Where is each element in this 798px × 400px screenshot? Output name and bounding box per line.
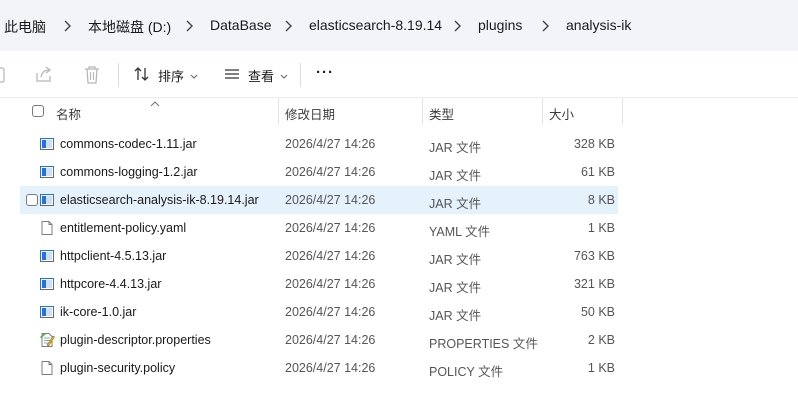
- chevron-right-icon[interactable]: [540, 19, 552, 33]
- file-type: JAR 文件: [429, 309, 482, 323]
- file-modified: 2026/4/27 14:26: [285, 333, 376, 347]
- file-modified: 2026/4/27 14:26: [285, 193, 376, 207]
- sort-up-arrow-icon: [150, 95, 160, 110]
- column-divider[interactable]: [422, 98, 423, 125]
- file-modified: 2026/4/27 14:26: [285, 277, 376, 291]
- file-modified: 2026/4/27 14:26: [285, 361, 376, 375]
- breadcrumb-local-disk[interactable]: 本地磁盘 (D:): [88, 17, 171, 37]
- column-divider[interactable]: [622, 98, 623, 125]
- chevron-down-icon: [190, 68, 198, 83]
- file-modified: 2026/4/27 14:26: [285, 221, 376, 235]
- chevron-right-icon[interactable]: [283, 19, 295, 33]
- toolbar-divider: [118, 63, 119, 87]
- chevron-right-icon[interactable]: [184, 19, 196, 33]
- blank-file-icon: [39, 220, 55, 236]
- file-type: JAR 文件: [429, 281, 482, 295]
- breadcrumb-this-pc[interactable]: 此电脑: [4, 17, 46, 37]
- column-header-row: 名称 修改日期 类型 大小: [0, 98, 798, 125]
- file-size: 1 KB: [587, 361, 615, 375]
- more-icon: ···: [316, 63, 334, 81]
- column-header-name[interactable]: 名称: [56, 104, 81, 123]
- file-row[interactable]: plugin-security.policy 2026/4/27 14:26 POL…: [20, 354, 618, 382]
- column-header-type[interactable]: 类型: [429, 104, 454, 123]
- jar-file-icon: [39, 164, 55, 180]
- file-row[interactable]: elasticsearch-analysis-ik-8.19.14.jar 202…: [20, 186, 618, 214]
- breadcrumb-analysis-ik[interactable]: analysis-ik: [566, 17, 631, 33]
- share-icon[interactable]: [35, 65, 53, 88]
- file-size: 321 KB: [573, 277, 615, 291]
- sort-icon: [134, 66, 150, 85]
- file-type: YAML 文件: [429, 225, 491, 239]
- file-size: 1 KB: [587, 221, 615, 235]
- file-name: elasticsearch-analysis-ik-8.19.14.jar: [60, 193, 259, 207]
- column-divider[interactable]: [278, 98, 279, 125]
- command-bar: 排序 查看 ···: [0, 51, 798, 98]
- file-name: ik-core-1.0.jar: [60, 305, 137, 319]
- chevron-right-icon[interactable]: [452, 19, 464, 33]
- file-modified: 2026/4/27 14:26: [285, 305, 376, 319]
- breadcrumb-database[interactable]: DataBase: [210, 17, 271, 33]
- column-divider[interactable]: [542, 98, 543, 125]
- file-row[interactable]: commons-logging-1.2.jar 2026/4/27 14:26 JA…: [20, 158, 618, 186]
- file-size: 8 KB: [587, 193, 615, 207]
- file-modified: 2026/4/27 14:26: [285, 165, 376, 179]
- chevron-down-icon: [280, 68, 288, 83]
- file-name: plugin-security.policy: [60, 361, 176, 375]
- rename-icon[interactable]: [0, 65, 6, 88]
- delete-icon[interactable]: [83, 65, 101, 88]
- file-row[interactable]: httpcore-4.4.13.jar 2026/4/27 14:26 JAR 文件…: [20, 270, 618, 298]
- file-type: JAR 文件: [429, 253, 482, 267]
- jar-file-icon: [39, 192, 55, 208]
- blank-file-icon: [39, 360, 55, 376]
- file-size: 328 KB: [573, 137, 615, 151]
- sort-button[interactable]: 排序: [134, 65, 198, 85]
- column-header-modified[interactable]: 修改日期: [285, 104, 335, 123]
- file-type: POLICY 文件: [429, 365, 504, 379]
- file-type: JAR 文件: [429, 141, 482, 155]
- row-checkbox[interactable]: [26, 194, 38, 206]
- jar-file-icon: [39, 276, 55, 292]
- view-label: 查看: [248, 68, 275, 84]
- file-row[interactable]: entitlement-policy.yaml 2026/4/27 14:26 YA…: [20, 214, 618, 242]
- more-options-button[interactable]: ···: [316, 62, 334, 82]
- file-name: httpclient-4.5.13.jar: [60, 249, 167, 263]
- file-name: entitlement-policy.yaml: [60, 221, 187, 235]
- file-size: 2 KB: [587, 333, 615, 347]
- view-button[interactable]: 查看: [224, 65, 288, 85]
- file-name: httpcore-4.4.13.jar: [60, 277, 162, 291]
- address-bar: 此电脑 本地磁盘 (D:) DataBase elasticsearch-8.1…: [0, 0, 798, 51]
- file-type: JAR 文件: [429, 197, 482, 211]
- select-all-checkbox[interactable]: [32, 105, 44, 117]
- file-size: 763 KB: [573, 249, 615, 263]
- file-size: 50 KB: [580, 305, 615, 319]
- toolbar-divider: [300, 63, 301, 87]
- sort-label: 排序: [158, 68, 185, 84]
- file-row[interactable]: plugin-descriptor.properties 2026/4/27 14…: [20, 326, 618, 354]
- properties-file-icon: [39, 332, 55, 348]
- file-name: plugin-descriptor.properties: [60, 333, 211, 347]
- file-size: 61 KB: [580, 165, 615, 179]
- file-row[interactable]: commons-codec-1.11.jar 2026/4/27 14:26 JAR…: [20, 130, 618, 158]
- jar-file-icon: [39, 248, 55, 264]
- file-type: PROPERTIES 文件: [429, 337, 538, 351]
- jar-file-icon: [39, 304, 55, 320]
- chevron-right-icon[interactable]: [62, 19, 74, 33]
- file-row[interactable]: httpclient-4.5.13.jar 2026/4/27 14:26 JAR …: [20, 242, 618, 270]
- view-list-icon: [224, 66, 240, 85]
- breadcrumb-plugins[interactable]: plugins: [478, 17, 522, 33]
- column-header-size[interactable]: 大小: [549, 104, 574, 123]
- file-modified: 2026/4/27 14:26: [285, 249, 376, 263]
- breadcrumb-elasticsearch[interactable]: elasticsearch-8.19.14: [309, 17, 442, 33]
- jar-file-icon: [39, 136, 55, 152]
- file-row[interactable]: ik-core-1.0.jar 2026/4/27 14:26 JAR 文件 50 K…: [20, 298, 618, 326]
- file-type: JAR 文件: [429, 169, 482, 183]
- file-name: commons-logging-1.2.jar: [60, 165, 198, 179]
- file-name: commons-codec-1.11.jar: [60, 137, 197, 151]
- file-modified: 2026/4/27 14:26: [285, 137, 376, 151]
